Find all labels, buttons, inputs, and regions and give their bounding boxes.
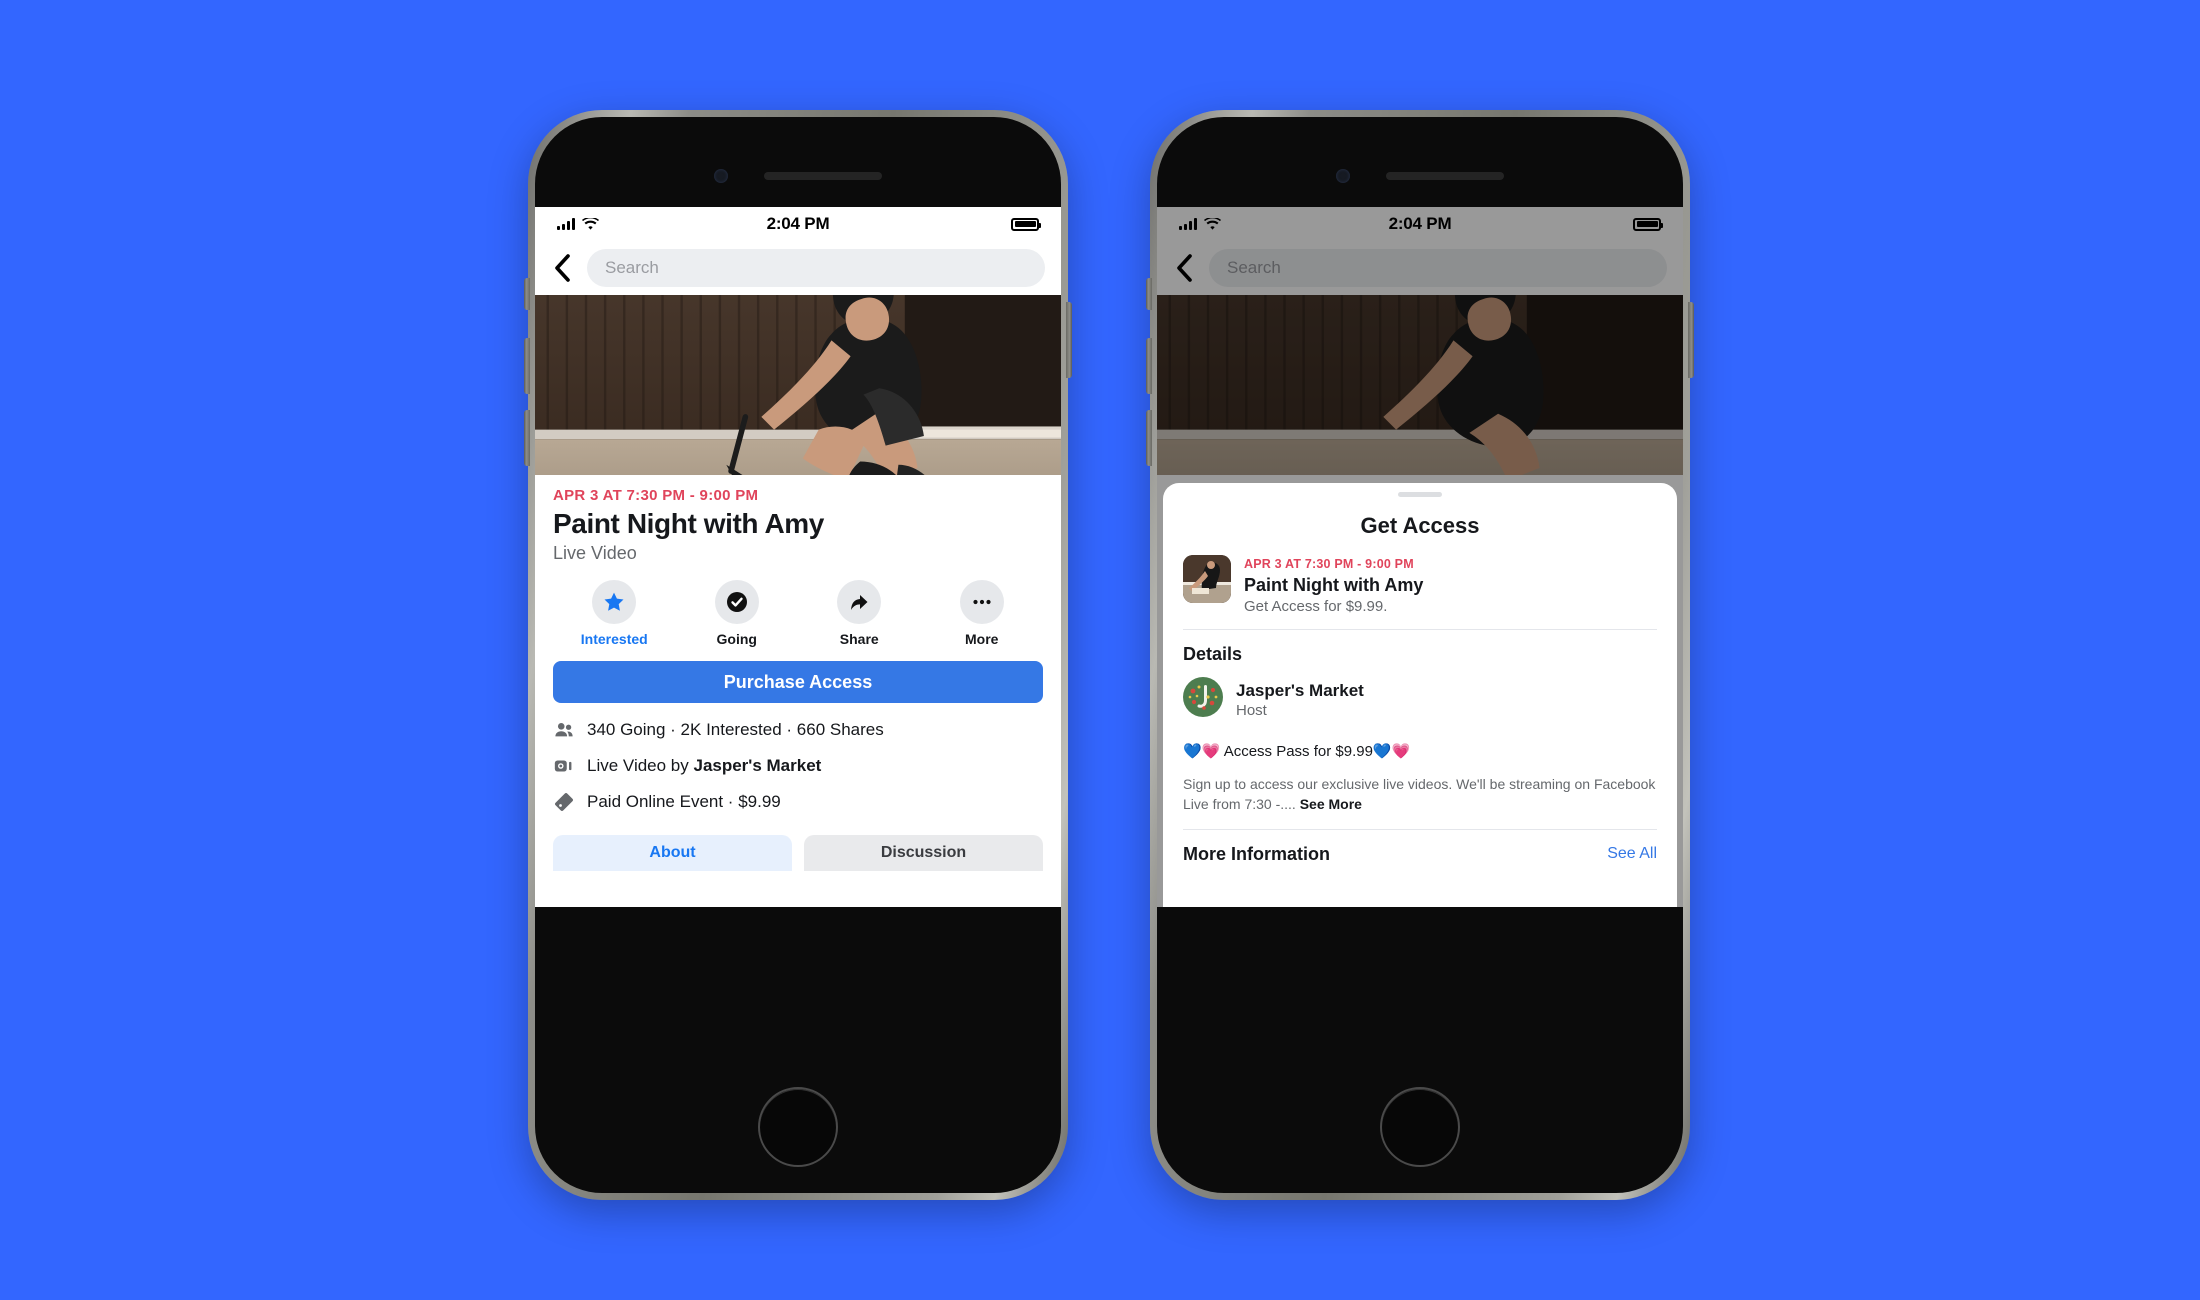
- host-role: Host: [1236, 701, 1267, 719]
- star-icon: [592, 580, 637, 624]
- front-camera-icon-right: [1336, 169, 1350, 183]
- meta-row-price: Paid Online Event · $9.99: [553, 791, 1043, 813]
- ticket-icon: [553, 791, 575, 813]
- more-information-row: More Information See All: [1183, 844, 1657, 865]
- event-title: Paint Night with Amy: [553, 508, 824, 539]
- screen-right: 2:04 PM Search Get Access APR 3 AT 7:30 …: [1157, 207, 1683, 907]
- event-content-left: APR 3 AT 7:30 PM - 9:00 PM Paint Night w…: [535, 487, 1061, 871]
- event-action-row: Interested Going Share More: [553, 580, 1043, 647]
- action-interested-label: Interested: [580, 631, 648, 647]
- check-circle-icon: [714, 580, 759, 624]
- meta-row-attendance: 340 Going · 2K Interested · 660 Shares: [553, 719, 1043, 741]
- tab-discussion[interactable]: Discussion: [804, 835, 1043, 871]
- event-date: APR 3 AT 7:30 PM - 9:00 PM: [553, 487, 759, 504]
- phone-right-body: 2:04 PM Search Get Access APR 3 AT 7:30 …: [1157, 117, 1683, 1193]
- cellular-bars-icon: [557, 218, 575, 230]
- sheet-event-date: APR 3 AT 7:30 PM - 9:00 PM: [1244, 557, 1414, 571]
- sheet-divider-1: [1183, 629, 1657, 630]
- home-button[interactable]: [758, 1087, 838, 1167]
- action-interested[interactable]: Interested: [553, 580, 676, 647]
- power-button[interactable]: [1066, 302, 1072, 378]
- see-more-link[interactable]: See More: [1300, 796, 1362, 812]
- people-icon: [553, 719, 575, 741]
- meta-attendance-text: 340 Going · 2K Interested · 660 Shares: [587, 720, 884, 739]
- search-input[interactable]: Search: [587, 249, 1045, 287]
- sheet-title: Get Access: [1360, 513, 1480, 538]
- action-more[interactable]: More: [921, 580, 1044, 647]
- event-tabs: About Discussion: [553, 835, 1043, 871]
- status-left-icons: [557, 217, 647, 231]
- phone-left: 2:04 PM Search APR 3 AT 7:30 PM - 9:00 P…: [524, 110, 1072, 1200]
- meta-live-video-text: Live Video by Jasper's Market: [587, 756, 822, 775]
- action-share-label: Share: [839, 631, 879, 647]
- sheet-event-row: APR 3 AT 7:30 PM - 9:00 PM Paint Night w…: [1183, 555, 1657, 615]
- action-going-label: Going: [716, 631, 757, 647]
- meta-price-text: Paid Online Event · $9.99: [587, 792, 781, 811]
- sheet-drag-handle[interactable]: [1398, 492, 1442, 497]
- event-hero-image: [535, 295, 1061, 475]
- purchase-access-button[interactable]: Purchase Access: [553, 661, 1043, 703]
- volume-down-button[interactable]: [524, 410, 530, 466]
- jaspers-market-logo: [1183, 677, 1223, 722]
- phone-top-hardware-right: [1157, 165, 1683, 187]
- meta-row-live-video: Live Video by Jasper's Market: [553, 755, 1043, 777]
- wifi-icon: [582, 217, 599, 230]
- sheet-event-price: Get Access for $9.99.: [1244, 598, 1388, 615]
- phone-top-hardware: [535, 165, 1061, 187]
- more-information-title: More Information: [1183, 843, 1330, 864]
- get-access-sheet: Get Access APR 3 AT 7:30 PM - 9:00 PM Pa…: [1163, 483, 1677, 907]
- event-description-text: Sign up to access our exclusive live vid…: [1183, 776, 1656, 813]
- earpiece-speaker-right: [1386, 172, 1504, 180]
- action-going[interactable]: Going: [676, 580, 799, 647]
- host-row[interactable]: Jasper's Market Host: [1183, 677, 1657, 722]
- ellipsis-icon: [959, 580, 1004, 624]
- earpiece-speaker: [764, 172, 882, 180]
- details-heading: Details: [1183, 644, 1243, 664]
- back-chevron-icon[interactable]: [547, 253, 577, 283]
- host-name-inline: Jasper's Market: [693, 756, 822, 775]
- action-share[interactable]: Share: [798, 580, 921, 647]
- host-text: Jasper's Market Host: [1236, 681, 1364, 719]
- phone-left-body: 2:04 PM Search APR 3 AT 7:30 PM - 9:00 P…: [535, 117, 1061, 1193]
- home-button-right[interactable]: [1380, 1087, 1460, 1167]
- phone-right: 2:04 PM Search Get Access APR 3 AT 7:30 …: [1146, 110, 1694, 1200]
- sheet-event-text: APR 3 AT 7:30 PM - 9:00 PM Paint Night w…: [1244, 555, 1423, 615]
- battery-full-icon: [1011, 217, 1041, 231]
- event-subtitle: Live Video: [553, 543, 637, 563]
- event-description: Sign up to access our exclusive live vid…: [1183, 774, 1657, 815]
- see-all-link[interactable]: See All: [1607, 845, 1657, 863]
- front-camera-icon: [714, 169, 728, 183]
- status-bar-time: 2:04 PM: [766, 214, 830, 233]
- status-bar-left: 2:04 PM: [535, 207, 1061, 241]
- search-bar-left: Search: [535, 241, 1061, 295]
- power-button-right[interactable]: [1688, 302, 1694, 378]
- mute-switch[interactable]: [524, 278, 530, 310]
- event-thumbnail: [1183, 555, 1231, 603]
- access-pass-line: 💙💗 Access Pass for $9.99💙💗: [1183, 743, 1411, 760]
- volume-up-button-right[interactable]: [1146, 338, 1152, 394]
- volume-up-button[interactable]: [524, 338, 530, 394]
- event-meta-list: 340 Going · 2K Interested · 660 Shares L…: [553, 719, 1043, 813]
- tab-about[interactable]: About: [553, 835, 792, 871]
- live-video-icon: [553, 755, 575, 777]
- share-arrow-icon: [837, 580, 882, 624]
- status-right-icons: [949, 217, 1041, 231]
- volume-down-button-right[interactable]: [1146, 410, 1152, 466]
- mute-switch-right[interactable]: [1146, 278, 1152, 310]
- sheet-divider-2: [1183, 828, 1657, 830]
- host-name: Jasper's Market: [1236, 680, 1364, 700]
- sheet-event-title: Paint Night with Amy: [1244, 575, 1424, 595]
- screen-left: 2:04 PM Search APR 3 AT 7:30 PM - 9:00 P…: [535, 207, 1061, 907]
- action-more-label: More: [965, 631, 999, 647]
